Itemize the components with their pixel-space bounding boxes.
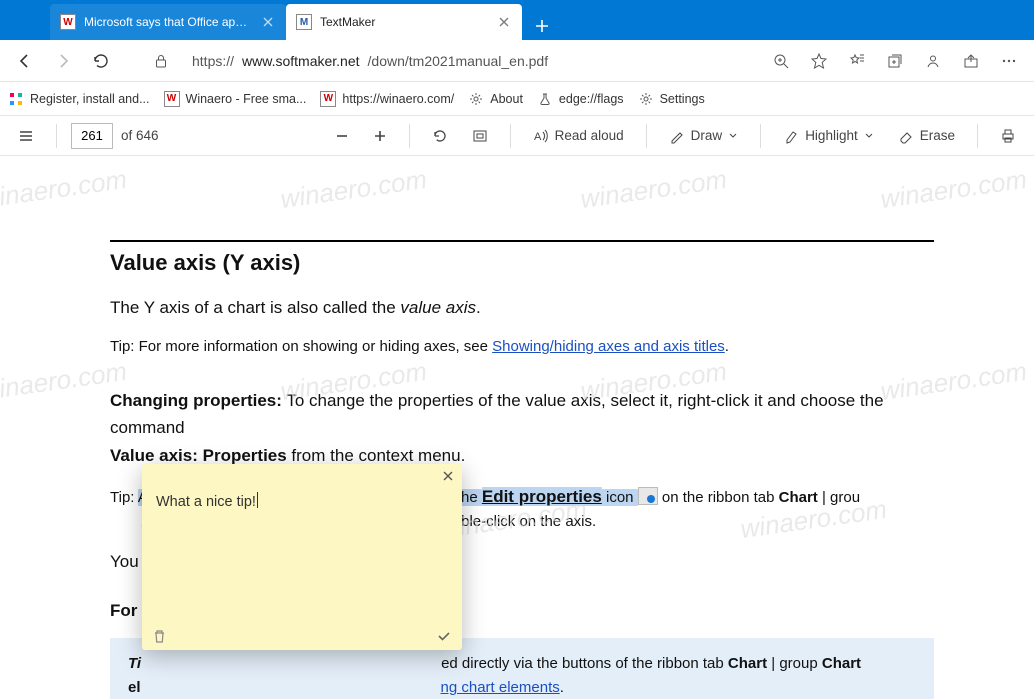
bookmark-label: edge://flags xyxy=(559,92,624,106)
bookmark-item[interactable]: About xyxy=(468,91,523,107)
favorite-star-icon[interactable] xyxy=(802,44,836,78)
bookmarks-bar: Register, install and... W Winaero - Fre… xyxy=(0,82,1034,116)
confirm-check-icon[interactable] xyxy=(436,628,452,644)
section-heading: Value axis (Y axis) xyxy=(110,250,934,276)
fit-page-button[interactable] xyxy=(464,120,496,152)
body-text: The Y axis of a chart is also called the… xyxy=(110,294,934,321)
separator xyxy=(56,124,57,148)
share-icon[interactable] xyxy=(954,44,988,78)
separator xyxy=(646,124,647,148)
close-icon[interactable] xyxy=(442,470,454,482)
url-path: /down/tm2021manual_en.pdf xyxy=(368,53,549,69)
bookmark-label: About xyxy=(490,92,523,106)
flask-icon xyxy=(537,91,553,107)
read-aloud-label: Read aloud xyxy=(555,128,624,143)
chevron-down-icon xyxy=(864,131,874,141)
favicon-icon: W xyxy=(164,91,180,107)
gear-icon xyxy=(468,91,484,107)
forward-button xyxy=(46,44,80,78)
url-host: www.softmaker.net xyxy=(242,53,360,69)
text-caret xyxy=(257,492,258,508)
profile-icon[interactable] xyxy=(916,44,950,78)
bookmark-label: Winaero - Free sma... xyxy=(186,92,307,106)
favicon-icon: W xyxy=(60,14,76,30)
url-input[interactable]: https:// www.softmaker.net/down/tm2021man… xyxy=(182,45,760,77)
contents-toggle-icon[interactable] xyxy=(10,120,42,152)
pdf-toolbar: of 646 A Read aloud Draw Highlight Erase xyxy=(0,116,1034,156)
print-button[interactable] xyxy=(992,120,1024,152)
erase-button[interactable]: Erase xyxy=(890,120,963,152)
bookmark-label: Register, install and... xyxy=(30,92,150,106)
pdf-annotation-note[interactable]: What a nice tip! xyxy=(142,464,462,650)
favicon-icon: M xyxy=(296,14,312,30)
tab-label: Microsoft says that Office apps ar xyxy=(84,15,252,29)
separator xyxy=(977,124,978,148)
tab-label: TextMaker xyxy=(320,15,488,29)
read-aloud-button[interactable]: A Read aloud xyxy=(525,120,632,152)
erase-label: Erase xyxy=(920,128,955,143)
bookmark-label: https://winaero.com/ xyxy=(342,92,454,106)
close-icon[interactable] xyxy=(260,14,276,30)
menu-icon[interactable] xyxy=(992,44,1026,78)
separator xyxy=(409,124,410,148)
watermark: winaero.com xyxy=(579,164,729,215)
rotate-button[interactable] xyxy=(424,120,456,152)
bookmark-label: Settings xyxy=(660,92,705,106)
edit-properties-icon xyxy=(638,487,658,505)
tab-background[interactable]: W Microsoft says that Office apps ar xyxy=(50,4,286,40)
doc-link[interactable]: ng chart elements xyxy=(441,679,560,696)
body-text: Changing properties: To change the prope… xyxy=(110,387,934,469)
url-scheme: https:// xyxy=(192,53,234,69)
watermark: winaero.com xyxy=(279,164,429,215)
favicon-icon: W xyxy=(320,91,336,107)
svg-text:A: A xyxy=(534,131,542,143)
heading-rule xyxy=(110,240,934,242)
apps-icon xyxy=(8,91,24,107)
highlight-button[interactable]: Highlight xyxy=(775,120,882,152)
bookmark-item[interactable]: edge://flags xyxy=(537,91,624,107)
watermark: winaero.com xyxy=(0,164,129,215)
gear-icon xyxy=(638,91,654,107)
draw-button[interactable]: Draw xyxy=(661,120,747,152)
new-tab-button[interactable] xyxy=(528,12,556,40)
zoom-icon[interactable] xyxy=(764,44,798,78)
zoom-in-button[interactable] xyxy=(365,120,395,152)
tab-active[interactable]: M TextMaker xyxy=(286,4,522,40)
collections-icon[interactable] xyxy=(878,44,912,78)
doc-link[interactable]: Showing/hiding axes and axis titles xyxy=(492,338,725,355)
highlight-label: Highlight xyxy=(805,128,858,143)
page-number-input[interactable] xyxy=(71,123,113,149)
tab-strip: W Microsoft says that Office apps ar M T… xyxy=(50,4,522,40)
site-info-lock-icon[interactable] xyxy=(144,44,178,78)
chevron-down-icon xyxy=(728,131,738,141)
body-text: Tip: For more information on showing or … xyxy=(110,335,934,359)
zoom-out-button[interactable] xyxy=(327,120,357,152)
trash-icon[interactable] xyxy=(152,629,167,644)
bookmark-item[interactable]: W Winaero - Free sma... xyxy=(164,91,307,107)
separator xyxy=(760,124,761,148)
bookmark-item[interactable]: Settings xyxy=(638,91,705,107)
address-bar: https:// www.softmaker.net/down/tm2021man… xyxy=(0,40,1034,82)
note-text-input[interactable]: What a nice tip! xyxy=(142,488,462,622)
bookmark-item[interactable]: Register, install and... xyxy=(8,91,150,107)
refresh-button[interactable] xyxy=(84,44,118,78)
watermark: winaero.com xyxy=(879,164,1029,215)
close-icon[interactable] xyxy=(496,14,512,30)
back-button[interactable] xyxy=(8,44,42,78)
bookmark-item[interactable]: W https://winaero.com/ xyxy=(320,91,454,107)
browser-titlebar: W Microsoft says that Office apps ar M T… xyxy=(0,0,1034,40)
page-total-label: of 646 xyxy=(121,128,159,143)
separator xyxy=(510,124,511,148)
favorites-bar-icon[interactable] xyxy=(840,44,874,78)
draw-label: Draw xyxy=(691,128,723,143)
